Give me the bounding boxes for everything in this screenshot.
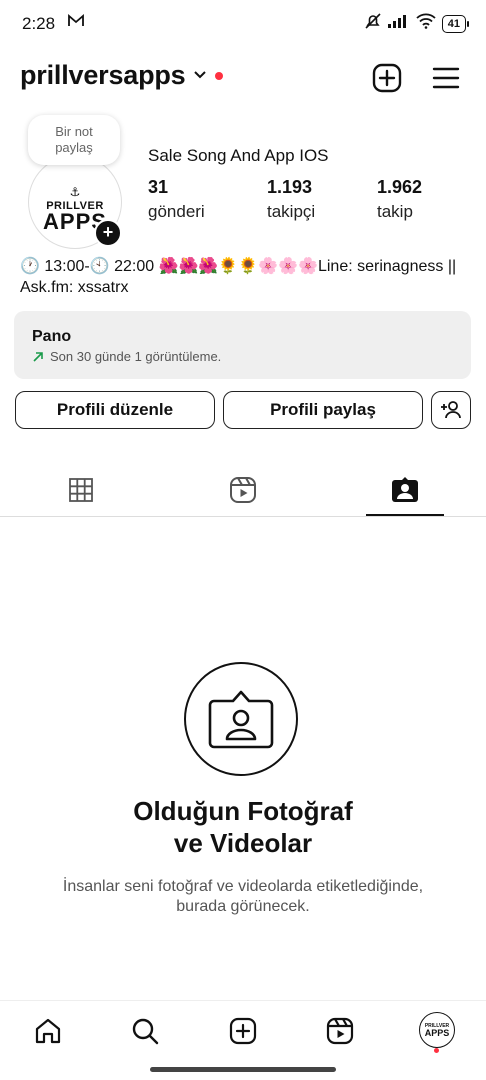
hamburger-menu-icon (432, 67, 460, 89)
note-bubble[interactable]: Bir not paylaş (28, 115, 120, 165)
stat-following-label: takip (377, 202, 413, 221)
reels-icon (230, 477, 256, 503)
empty-state-title-line-2: ve Videolar (173, 828, 313, 858)
discover-people-button[interactable] (431, 391, 471, 429)
tagged-person-icon (392, 477, 418, 502)
plus-square-icon (372, 63, 402, 93)
stat-following[interactable]: 1.962 takip (377, 177, 422, 222)
nav-avatar-brand-big: APPS (424, 1027, 450, 1038)
profile-username[interactable]: prillversapps (20, 60, 186, 91)
dashboard-subtitle: Son 30 günde 1 görüntüleme. (50, 349, 222, 364)
dashboard-title: Pano (32, 328, 72, 345)
add-person-icon (441, 401, 461, 419)
profile-full-name: Sale Song And App IOS (148, 146, 329, 165)
chevron-down-icon[interactable] (193, 68, 207, 86)
battery-indicator: 41 (441, 14, 470, 33)
stat-followers-count: 1.193 (267, 177, 313, 197)
status-icons: 41 (364, 12, 470, 35)
tab-tagged[interactable] (385, 470, 425, 510)
plus-square-icon (229, 1017, 257, 1045)
stat-posts-count: 31 (148, 177, 169, 197)
status-time: 2:28 (22, 14, 56, 33)
edit-profile-button[interactable]: Profili düzenle (15, 391, 215, 429)
nav-search[interactable] (127, 1013, 163, 1049)
stat-posts[interactable]: 31 gönderi (148, 177, 205, 222)
empty-state-circle (184, 662, 298, 776)
empty-state-title-line-1: Olduğun Fotoğraf (133, 796, 353, 826)
tab-selected-indicator (366, 514, 444, 516)
anchor-icon: ⚓ (69, 185, 81, 199)
reels-icon (326, 1017, 354, 1045)
signal-icon (387, 14, 410, 33)
grid-icon (69, 478, 93, 502)
create-post-button[interactable] (371, 62, 403, 94)
home-icon (35, 1018, 61, 1044)
wifi-icon (416, 13, 436, 34)
empty-state-subtitle: İnsanlar seni fotoğraf ve videolarda eti… (62, 878, 424, 915)
tab-grid[interactable] (61, 470, 101, 510)
stat-followers-label: takipçi (267, 202, 316, 221)
tagged-photo-icon (208, 690, 274, 749)
add-story-badge[interactable]: + (94, 219, 122, 247)
bottom-nav-divider (0, 1000, 486, 1001)
tab-divider (0, 516, 486, 517)
status-bar: 2:28 41 (0, 0, 486, 48)
profile-bio: 🕐 13:00-🕙 22:00 🌺🌺🌺🌻🌻🌸🌸🌸Line: serinagnes… (20, 258, 457, 296)
search-icon (132, 1018, 159, 1045)
share-profile-button[interactable]: Profili paylaş (223, 391, 423, 429)
nav-profile-avatar[interactable]: PRILLVER APPS (419, 1012, 455, 1048)
note-line-2: paylaş (55, 140, 93, 155)
trend-arrow-icon (33, 351, 43, 362)
note-line-1: Bir not (55, 124, 93, 139)
empty-state-title: Olduğun Fotoğraf ve Videolar (0, 795, 486, 859)
nav-home[interactable] (30, 1013, 66, 1049)
nav-reels[interactable] (322, 1013, 358, 1049)
stat-posts-label: gönderi (148, 202, 205, 221)
nav-create[interactable] (225, 1013, 261, 1049)
menu-button[interactable] (430, 62, 462, 94)
dashboard-subtitle-row: Son 30 günde 1 görüntüleme. (32, 349, 221, 364)
gesture-home-bar[interactable] (150, 1067, 336, 1072)
stat-following-count: 1.962 (377, 177, 423, 197)
tab-reels[interactable] (223, 470, 263, 510)
nav-profile-dot (434, 1048, 439, 1053)
mute-bell-icon (364, 12, 382, 35)
mail-notification-icon (68, 14, 84, 33)
dashboard-card[interactable]: Pano Son 30 günde 1 görüntüleme. (14, 311, 471, 379)
stat-followers[interactable]: 1.193 takipçi (267, 177, 315, 222)
notification-dot (215, 72, 223, 80)
